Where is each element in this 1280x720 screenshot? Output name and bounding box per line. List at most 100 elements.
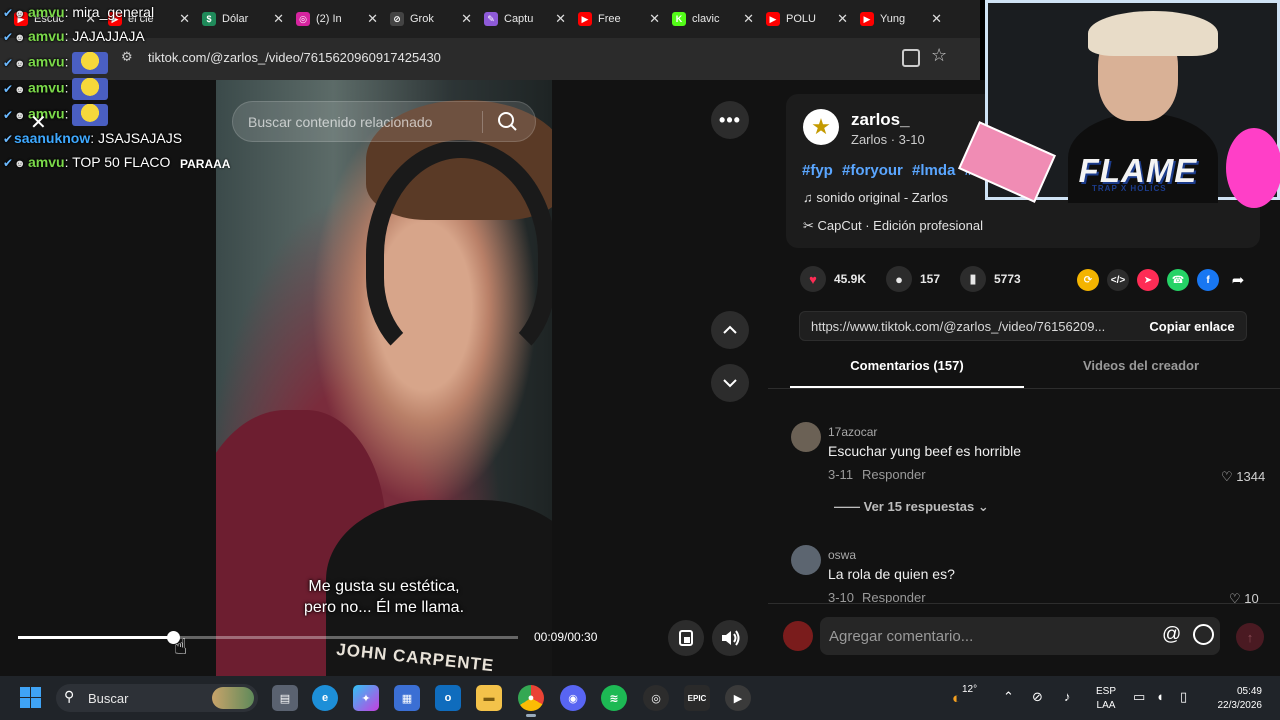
- browser-tab[interactable]: $ Dólar ✕: [196, 4, 290, 34]
- reply-button[interactable]: Responder: [862, 467, 926, 482]
- close-tab-icon[interactable]: ✕: [837, 11, 848, 27]
- browser-tab[interactable]: ▶ POLU ✕: [760, 4, 854, 34]
- video-subtitle-line-1: Me gusta su estética,: [308, 578, 460, 595]
- chat-username[interactable]: amvu: [28, 54, 65, 70]
- comment-likes[interactable]: ♡ 1344: [1221, 469, 1265, 485]
- share-link-text[interactable]: https://www.tiktok.com/@zarlos_/video/76…: [811, 319, 1131, 334]
- close-tab-icon[interactable]: ✕: [367, 11, 378, 27]
- close-tab-icon[interactable]: ✕: [555, 11, 566, 27]
- hashtag-link[interactable]: #fyp: [802, 162, 833, 179]
- video-player[interactable]: JOHN CARPENTE Me gusta su estética, pero…: [216, 80, 552, 676]
- chat-username[interactable]: amvu: [28, 4, 65, 20]
- install-app-icon[interactable]: [902, 49, 920, 67]
- comment-avatar[interactable]: [791, 545, 821, 575]
- my-avatar[interactable]: [783, 621, 813, 651]
- like-button[interactable]: ♥ 45.9K: [800, 266, 866, 292]
- comment-avatar[interactable]: [791, 422, 821, 452]
- next-video-button[interactable]: [711, 364, 749, 402]
- previous-video-button[interactable]: [711, 311, 749, 349]
- comment-username[interactable]: oswa: [828, 548, 856, 562]
- sound-name[interactable]: sonido original - Zarlos: [816, 190, 948, 205]
- network-off-icon[interactable]: ⊘: [1032, 689, 1043, 705]
- speaker-icon[interactable]: ◖: [1156, 689, 1164, 704]
- taskbar-search[interactable]: ⚲ Buscar: [56, 684, 258, 712]
- tab-comments[interactable]: Comentarios (157): [790, 358, 1024, 388]
- discord-icon[interactable]: ◉: [560, 685, 586, 711]
- close-tab-icon[interactable]: ✕: [179, 11, 190, 27]
- browser-tab[interactable]: ⊘ Grok ✕: [384, 4, 478, 34]
- address-bar[interactable]: ⚙ tiktok.com/@zarlos_/video/761562096091…: [0, 38, 980, 80]
- close-tab-icon[interactable]: ✕: [649, 11, 660, 27]
- close-tab-icon[interactable]: ✕: [461, 11, 472, 27]
- chat-username[interactable]: amvu: [28, 28, 65, 44]
- emoji-icon[interactable]: [1193, 624, 1214, 645]
- spotify-icon[interactable]: ≋: [601, 685, 627, 711]
- send-to-friends-icon[interactable]: ➤: [1137, 269, 1159, 291]
- view-replies-button[interactable]: —— Ver 15 respuestas ⌄: [834, 499, 989, 515]
- author-avatar[interactable]: ★: [803, 109, 839, 145]
- more-options-button[interactable]: •••: [711, 101, 749, 139]
- weather-icon[interactable]: ◐: [952, 690, 961, 707]
- share-arrow-icon[interactable]: ➦: [1227, 269, 1249, 291]
- close-tab-icon[interactable]: ✕: [931, 11, 942, 27]
- edge-icon[interactable]: e: [312, 685, 338, 711]
- monitor-icon[interactable]: ▭: [1133, 689, 1145, 705]
- video-progress-bar[interactable]: [18, 631, 518, 644]
- view-replies-label[interactable]: Ver 15 respuestas: [864, 499, 975, 514]
- embed-icon[interactable]: </>: [1107, 269, 1129, 291]
- save-button[interactable]: ▮ 5773: [960, 266, 1021, 292]
- chevron-up-icon[interactable]: ⌃: [1003, 689, 1014, 705]
- capcut-line[interactable]: ✂ CapCut · Edición profesional: [803, 218, 983, 234]
- taskbar-search-label[interactable]: Buscar: [88, 691, 128, 706]
- capcut-label[interactable]: CapCut · Edición profesional: [818, 218, 983, 233]
- hashtag-link[interactable]: #foryour: [842, 162, 903, 179]
- chat-username[interactable]: amvu: [28, 80, 65, 96]
- chat-username[interactable]: amvu: [28, 154, 65, 170]
- facebook-icon[interactable]: f: [1197, 269, 1219, 291]
- repost-icon[interactable]: ⟳: [1077, 269, 1099, 291]
- tab-creator-videos[interactable]: Videos del creador: [1024, 358, 1258, 388]
- mention-icon[interactable]: @: [1162, 624, 1181, 646]
- browser-tab[interactable]: ▶ Yung ✕: [854, 4, 948, 34]
- related-search-placeholder[interactable]: Buscar contenido relacionado: [248, 114, 482, 130]
- chat-username[interactable]: saanuknow: [14, 130, 90, 146]
- search-icon[interactable]: [495, 109, 521, 135]
- copilot-icon[interactable]: ✦: [353, 685, 379, 711]
- comment-input[interactable]: [820, 617, 1220, 655]
- folder-icon[interactable]: ▬: [476, 685, 502, 711]
- outlook-icon[interactable]: o: [435, 685, 461, 711]
- browser-tab[interactable]: ✎ Captu ✕: [478, 4, 572, 34]
- comment-username[interactable]: 17azocar: [828, 425, 877, 439]
- volume-button[interactable]: [712, 620, 748, 656]
- store-icon[interactable]: ▦: [394, 685, 420, 711]
- browser-tab[interactable]: ▶ Free ✕: [572, 4, 666, 34]
- comment-button[interactable]: ● 157: [886, 266, 940, 292]
- file-stack-icon[interactable]: ▤: [272, 685, 298, 711]
- close-tab-icon[interactable]: ✕: [273, 11, 284, 27]
- chrome-icon[interactable]: ●: [518, 685, 544, 711]
- microphone-icon[interactable]: ♪: [1064, 689, 1071, 704]
- media-player-icon[interactable]: ▶: [725, 685, 751, 711]
- close-icon[interactable]: ✕: [30, 110, 47, 135]
- battery-icon[interactable]: ▯: [1180, 689, 1187, 705]
- browser-tab[interactable]: ◎ (2) In ✕: [290, 4, 384, 34]
- epic-games-icon[interactable]: EPIC: [684, 685, 710, 711]
- input-language[interactable]: ESP LAA: [1096, 685, 1116, 713]
- hashtag-link[interactable]: #lmda: [912, 162, 955, 179]
- copy-link-button[interactable]: Copiar enlace: [1136, 312, 1248, 340]
- miniplayer-button[interactable]: [668, 620, 704, 656]
- related-search-box[interactable]: Buscar contenido relacionado: [232, 101, 536, 142]
- sound-line[interactable]: ♫ sonido original - Zarlos: [803, 190, 948, 205]
- site-settings-icon[interactable]: ⚙: [121, 49, 139, 67]
- author-username[interactable]: zarlos_: [851, 110, 910, 130]
- obs-icon[interactable]: ◎: [643, 685, 669, 711]
- windows-start-icon[interactable]: [20, 687, 41, 708]
- weather-temperature[interactable]: 12°: [962, 684, 977, 695]
- whatsapp-icon[interactable]: ☎: [1167, 269, 1189, 291]
- bookmark-star-icon[interactable]: ☆: [931, 45, 947, 66]
- browser-tab[interactable]: Kclavic ✕: [666, 4, 760, 34]
- close-tab-icon[interactable]: ✕: [743, 11, 754, 27]
- send-comment-button[interactable]: ↑: [1236, 623, 1264, 651]
- url-text[interactable]: tiktok.com/@zarlos_/video/76156209609174…: [148, 50, 441, 65]
- taskbar-clock[interactable]: 05:49 22/3/2026: [1206, 685, 1263, 713]
